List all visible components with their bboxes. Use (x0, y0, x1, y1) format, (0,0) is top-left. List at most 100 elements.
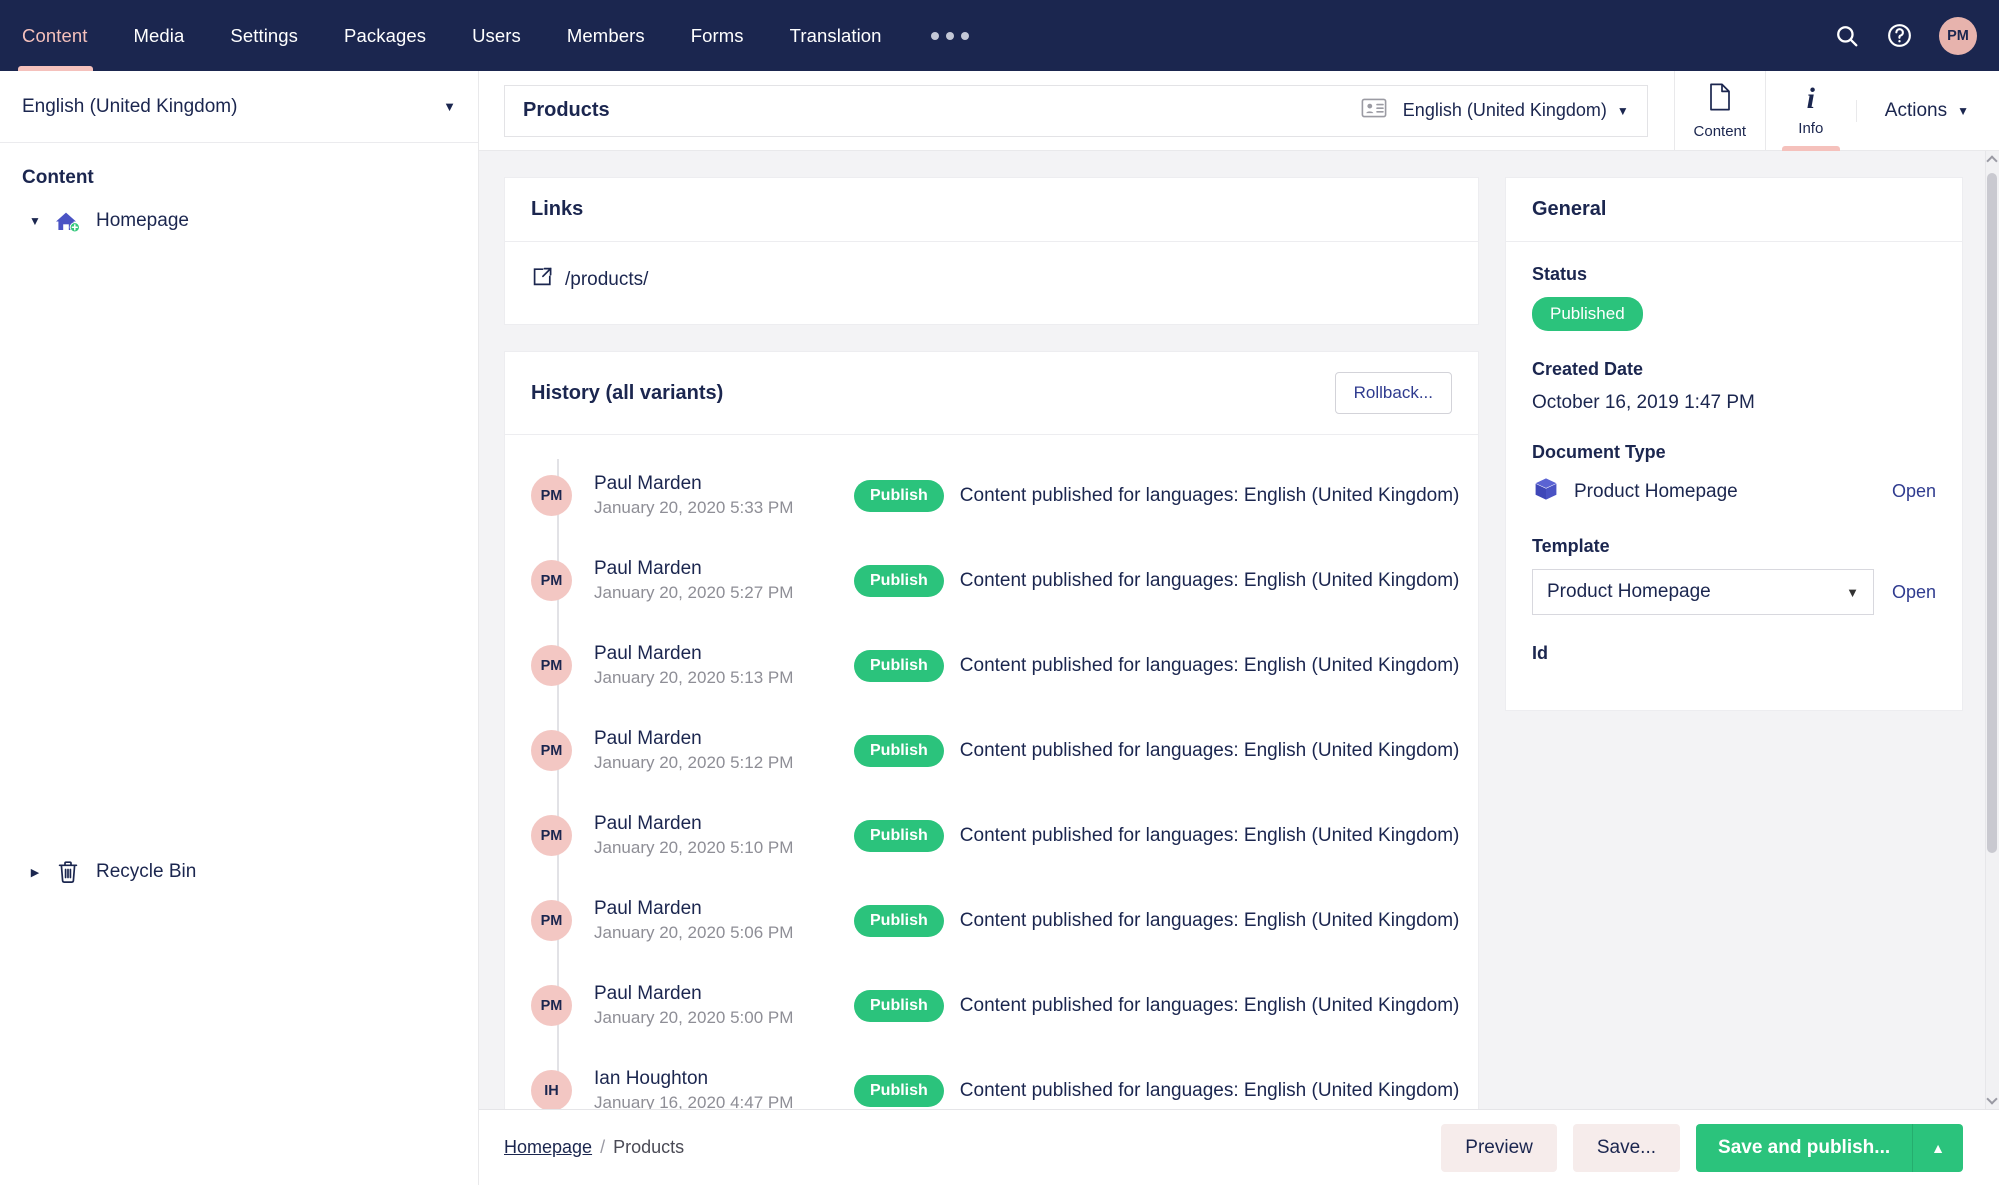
tab-content[interactable]: Content (1673, 70, 1765, 151)
caret-down-icon[interactable]: ▼ (22, 214, 48, 228)
avatar-initials: PM (540, 827, 563, 844)
status-label: Status (1532, 264, 1588, 284)
general-card-body: Status Published Created Date October 16… (1506, 242, 1962, 710)
tree-item-recycle-bin[interactable]: ▶ Recycle Bin (0, 852, 478, 1185)
nav-section-forms[interactable]: Forms (668, 0, 767, 71)
history-list: PM Paul Marden January 20, 2020 5:33 PM … (531, 453, 1459, 1109)
rollback-button[interactable]: Rollback... (1334, 372, 1452, 414)
actions-menu-button[interactable]: Actions ▼ (1855, 99, 1999, 122)
nav-section-label: Content (22, 24, 88, 46)
history-entry-meta: Paul Marden January 20, 2020 5:06 PM (594, 896, 854, 945)
avatar-initials: PM (540, 912, 563, 929)
nav-section-content[interactable]: Content (0, 0, 111, 71)
help-icon[interactable] (1886, 22, 1913, 49)
language-selector[interactable]: English (United Kingdom) ▼ (0, 71, 478, 143)
created-date-value: October 16, 2019 1:47 PM (1532, 392, 1755, 413)
tree-section-title: Content (22, 167, 94, 188)
history-entry-meta: Paul Marden January 20, 2020 5:13 PM (594, 641, 854, 690)
scrollbar-thumb[interactable] (1987, 173, 1997, 853)
template-label: Template (1532, 536, 1610, 556)
history-entry-description: Content published for languages: English… (959, 824, 1460, 846)
editor-body: Links /products/ History (all variants) … (479, 151, 1999, 1109)
template-select-value: Product Homepage (1547, 581, 1711, 602)
nav-section-label: Media (133, 24, 185, 46)
history-entry-meta: Paul Marden January 20, 2020 5:27 PM (594, 556, 854, 605)
status-badge: Publish (854, 819, 944, 852)
save-and-publish-button[interactable]: Save and publish... ▲ (1696, 1123, 1963, 1172)
chevron-down-icon: ▼ (1957, 103, 1969, 118)
nav-section-users[interactable]: Users (449, 0, 544, 71)
status-badge: Publish (854, 989, 944, 1022)
nav-section-label: Members (566, 24, 645, 46)
breadcrumb-item-current: Products (613, 1137, 685, 1157)
search-icon[interactable] (1834, 23, 1860, 49)
nav-section-label: Packages (344, 24, 427, 46)
history-entry-date: January 20, 2020 5:06 PM (594, 923, 794, 943)
status-badge: Published (1532, 297, 1643, 331)
node-name-input[interactable]: Products English (United Kingdom) ▼ (504, 84, 1648, 137)
footer-actions: Preview Save... Save and publish... ▲ (1441, 1123, 1963, 1172)
nav-section-translation[interactable]: Translation (767, 0, 905, 71)
links-card-body: /products/ (505, 242, 1478, 324)
package-icon (1532, 475, 1560, 508)
avatar[interactable]: PM (1939, 16, 1977, 55)
avatar-initials: PM (540, 572, 563, 589)
avatar: PM (531, 475, 572, 516)
caret-right-icon[interactable]: ▶ (22, 866, 48, 879)
breadcrumb-item-homepage[interactable]: Homepage (504, 1137, 592, 1158)
editor-footer: Homepage / Products Preview Save... Save… (479, 1109, 1999, 1185)
status-badge: Publish (854, 564, 944, 597)
history-entry-user: Paul Marden (594, 982, 702, 1004)
variants-icon[interactable] (1361, 97, 1387, 124)
open-document-type-link[interactable]: Open (1892, 481, 1936, 502)
breadcrumb: Homepage / Products (504, 1137, 684, 1158)
link-item[interactable]: /products/ (531, 266, 1452, 294)
history-entry-user: Paul Marden (594, 812, 702, 834)
variant-language-label: English (United Kingdom) (1402, 100, 1607, 120)
avatar-initials: PM (540, 487, 563, 504)
history-entry-user: Paul Marden (594, 557, 702, 579)
tab-label: Content (1693, 122, 1747, 140)
open-template-link[interactable]: Open (1892, 582, 1936, 603)
nav-section-members[interactable]: Members (544, 0, 668, 71)
chevron-down-icon: ▼ (1616, 103, 1629, 118)
avatar-initials: PM (540, 997, 563, 1014)
trash-icon (48, 859, 88, 885)
nav-section-media[interactable]: Media (111, 0, 208, 71)
variant-language-selector[interactable]: English (United Kingdom) ▼ (1403, 100, 1629, 121)
nav-more-button[interactable] (905, 0, 995, 71)
tree-item-homepage[interactable]: ▼ Homepage (0, 201, 478, 241)
history-entry-user: Paul Marden (594, 727, 702, 749)
chevron-down-icon: ▼ (1846, 584, 1859, 600)
node-name-right: English (United Kingdom) ▼ (1361, 97, 1629, 124)
nav-section-packages[interactable]: Packages (321, 0, 449, 71)
info-side-column: General Status Published Created Date Oc… (1479, 151, 1999, 1109)
template-select[interactable]: Product Homepage ▼ (1532, 569, 1874, 615)
nav-section-settings[interactable]: Settings (207, 0, 321, 71)
save-button[interactable]: Save... (1572, 1123, 1681, 1172)
chevron-down-icon: ▼ (443, 99, 456, 114)
chevron-up-icon[interactable]: ▲ (1913, 1124, 1963, 1172)
history-entry-meta: Paul Marden January 20, 2020 5:12 PM (594, 726, 854, 775)
history-entry-date: January 20, 2020 5:13 PM (594, 668, 794, 688)
home-add-icon (48, 208, 88, 234)
history-entry-user: Paul Marden (594, 472, 702, 494)
tab-info[interactable]: i Info (1764, 70, 1856, 151)
history-card-title: History (all variants) (531, 381, 724, 404)
nav-section-label: Users (472, 24, 521, 46)
scroll-down-arrow-icon[interactable] (1986, 1093, 1998, 1105)
dot-icon (960, 31, 969, 40)
body-split: English (United Kingdom) ▼ Content ▼ Hom… (0, 70, 1999, 1185)
history-entry-meta: Paul Marden January 20, 2020 5:10 PM (594, 811, 854, 860)
history-entry-date: January 20, 2020 5:10 PM (594, 838, 794, 858)
scroll-up-arrow-icon[interactable] (1986, 155, 1998, 167)
history-entry-description: Content published for languages: English… (959, 569, 1460, 591)
avatar-initials: PM (540, 657, 563, 674)
tab-label: Info (1798, 120, 1824, 137)
history-entry-date: January 16, 2020 4:47 PM (594, 1093, 794, 1109)
status-badge: Publish (854, 904, 944, 937)
history-entry-description: Content published for languages: English… (959, 654, 1460, 676)
preview-button[interactable]: Preview (1441, 1123, 1557, 1172)
vertical-scrollbar[interactable] (1985, 151, 1999, 1109)
actions-label: Actions (1884, 99, 1948, 121)
